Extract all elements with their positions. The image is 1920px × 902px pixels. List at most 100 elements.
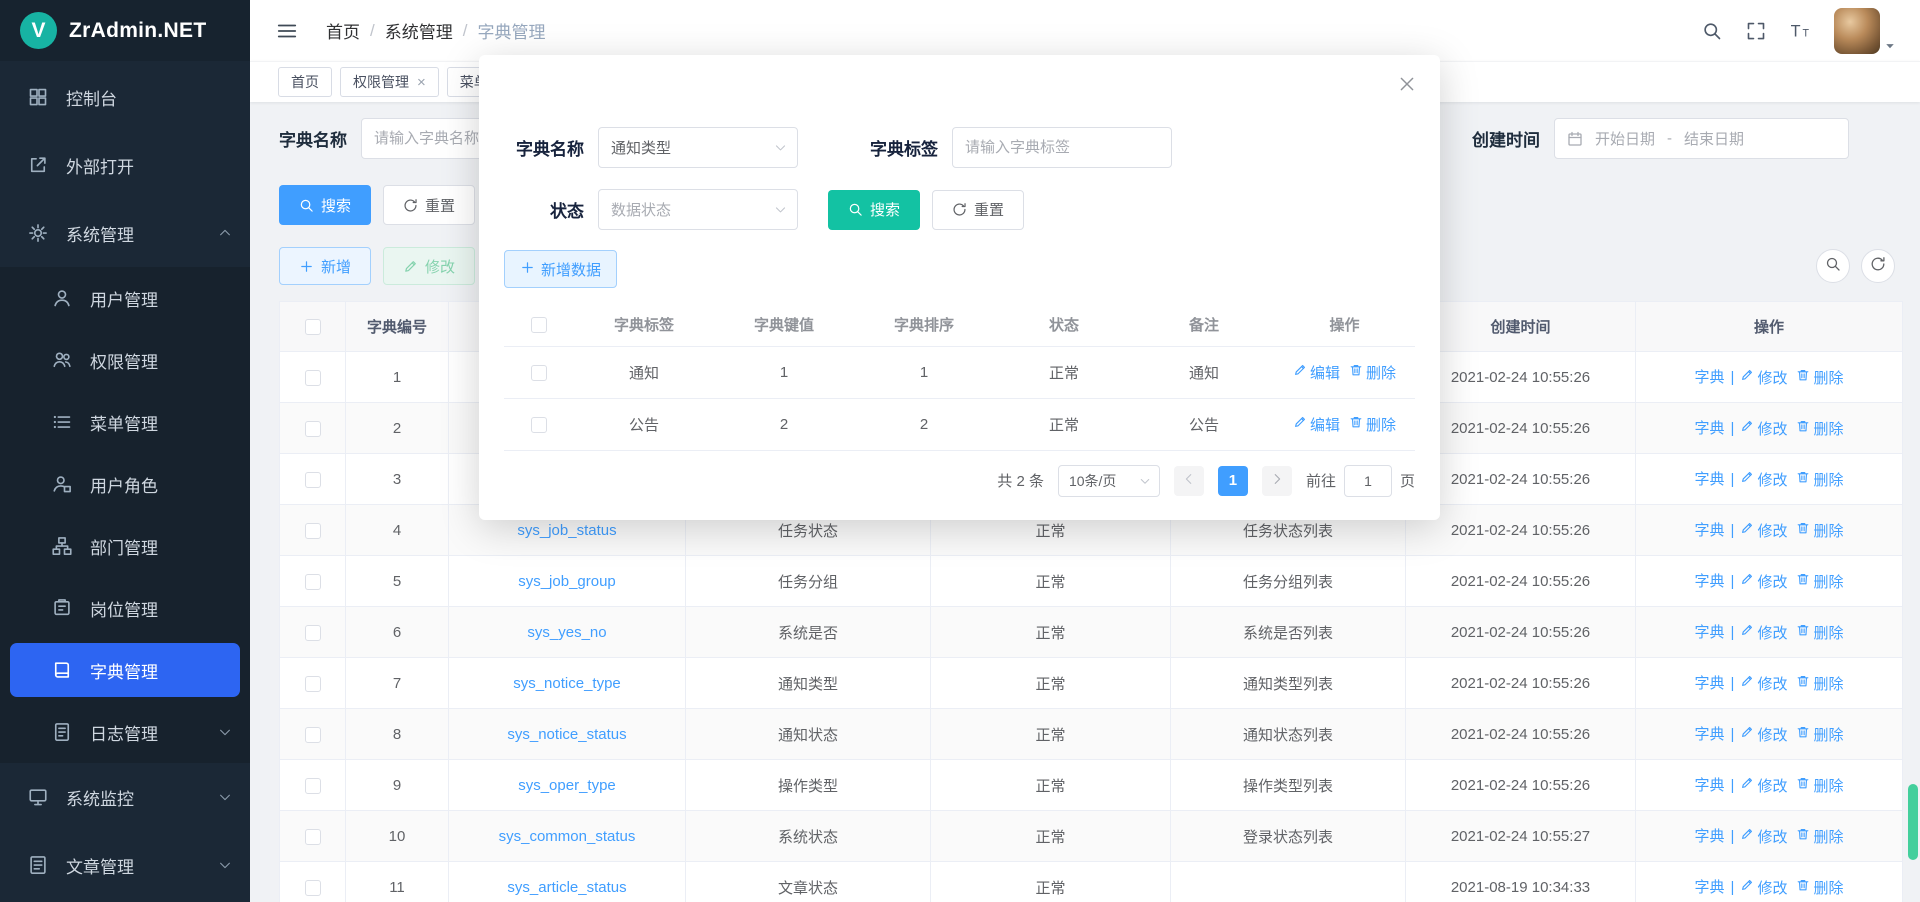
sidebar-item-控制台[interactable]: 控制台 xyxy=(0,63,250,131)
row-checkbox[interactable] xyxy=(305,370,321,386)
delete-link[interactable]: 删除 xyxy=(1796,724,1843,745)
dict-name-select[interactable]: 通知类型 xyxy=(598,127,798,168)
date-range-picker[interactable]: 开始日期 - 结束日期 xyxy=(1554,118,1849,159)
sidebar-item-菜单管理[interactable]: 菜单管理 xyxy=(0,391,250,453)
delete-link[interactable]: 删除 xyxy=(1796,367,1843,388)
dict-data-link[interactable]: 字典 xyxy=(1695,570,1725,591)
dict-data-link[interactable]: 字典 xyxy=(1695,825,1725,846)
row-checkbox[interactable] xyxy=(305,778,321,794)
dict-type-link[interactable]: sys_job_group xyxy=(518,573,616,590)
dict-data-link[interactable]: 字典 xyxy=(1695,774,1725,795)
delete-link[interactable]: 删除 xyxy=(1349,414,1396,435)
edit-link[interactable]: 修改 xyxy=(1740,571,1787,592)
page-size-select[interactable]: 10条/页 xyxy=(1058,465,1160,497)
delete-link[interactable]: 删除 xyxy=(1796,673,1843,694)
sidebar-item-权限管理[interactable]: 权限管理 xyxy=(0,329,250,391)
sidebar-item-日志管理[interactable]: 日志管理 xyxy=(0,701,250,763)
add-data-button[interactable]: 新增数据 xyxy=(504,250,617,288)
dialog-reset-button[interactable]: 重置 xyxy=(932,190,1024,230)
edit-link[interactable]: 编辑 xyxy=(1293,362,1340,383)
delete-link[interactable]: 删除 xyxy=(1796,418,1843,439)
row-checkbox[interactable] xyxy=(531,365,547,381)
scrollbar-track[interactable] xyxy=(1908,0,1918,902)
user-menu[interactable] xyxy=(1834,8,1896,54)
dict-type-link[interactable]: sys_article_status xyxy=(507,879,626,896)
dict-type-link[interactable]: sys_notice_type xyxy=(513,675,621,692)
edit-link[interactable]: 修改 xyxy=(1740,367,1787,388)
show-search-button[interactable] xyxy=(1816,249,1850,283)
prev-page-button[interactable] xyxy=(1174,466,1204,496)
dict-data-link[interactable]: 字典 xyxy=(1695,417,1725,438)
tab-权限管理[interactable]: 权限管理× xyxy=(340,67,439,97)
row-checkbox[interactable] xyxy=(531,417,547,433)
refresh-button[interactable] xyxy=(1861,249,1895,283)
font-size-icon[interactable]: TT xyxy=(1790,21,1810,41)
fullscreen-icon[interactable] xyxy=(1746,21,1766,41)
delete-link[interactable]: 删除 xyxy=(1796,469,1843,490)
delete-link[interactable]: 删除 xyxy=(1796,622,1843,643)
reset-button[interactable]: 重置 xyxy=(383,185,475,225)
delete-link[interactable]: 删除 xyxy=(1796,520,1843,541)
edit-link[interactable]: 修改 xyxy=(1740,622,1787,643)
row-checkbox[interactable] xyxy=(305,472,321,488)
sidebar-item-用户管理[interactable]: 用户管理 xyxy=(0,267,250,329)
row-checkbox[interactable] xyxy=(305,421,321,437)
edit-link[interactable]: 编辑 xyxy=(1293,414,1340,435)
edit-link[interactable]: 修改 xyxy=(1740,469,1787,490)
row-checkbox[interactable] xyxy=(305,574,321,590)
dict-data-link[interactable]: 字典 xyxy=(1695,876,1725,897)
delete-link[interactable]: 删除 xyxy=(1349,362,1396,383)
dict-data-link[interactable]: 字典 xyxy=(1695,723,1725,744)
dialog-search-button[interactable]: 搜索 xyxy=(828,190,920,230)
row-checkbox[interactable] xyxy=(305,523,321,539)
next-page-button[interactable] xyxy=(1262,466,1292,496)
tab-首页[interactable]: 首页 xyxy=(278,67,332,97)
dict-type-link[interactable]: sys_oper_type xyxy=(518,777,616,794)
close-icon[interactable]: × xyxy=(417,75,426,90)
search-button[interactable]: 搜索 xyxy=(279,185,371,225)
sidebar-item-系统监控[interactable]: 系统监控 xyxy=(0,763,250,831)
row-checkbox[interactable] xyxy=(305,727,321,743)
dict-data-link[interactable]: 字典 xyxy=(1695,366,1725,387)
sidebar-item-系统管理[interactable]: 系统管理 xyxy=(0,199,250,267)
dict-type-link[interactable]: sys_common_status xyxy=(499,828,636,845)
add-button[interactable]: 新增 xyxy=(279,247,371,285)
edit-button[interactable]: 修改 xyxy=(383,247,475,285)
current-page-button[interactable]: 1 xyxy=(1218,466,1248,496)
sidebar-item-部门管理[interactable]: 部门管理 xyxy=(0,515,250,577)
dict-data-link[interactable]: 字典 xyxy=(1695,621,1725,642)
goto-page-input[interactable] xyxy=(1344,465,1392,497)
avatar[interactable] xyxy=(1834,8,1880,54)
row-checkbox[interactable] xyxy=(305,880,321,896)
dict-data-link[interactable]: 字典 xyxy=(1695,519,1725,540)
edit-link[interactable]: 修改 xyxy=(1740,826,1787,847)
dict-type-link[interactable]: sys_job_status xyxy=(517,522,616,539)
breadcrumb-item[interactable]: 首页 xyxy=(326,18,360,43)
sidebar-item-外部打开[interactable]: 外部打开 xyxy=(0,131,250,199)
dict-type-link[interactable]: sys_yes_no xyxy=(527,624,606,641)
select-all-checkbox[interactable] xyxy=(305,319,321,335)
row-checkbox[interactable] xyxy=(305,625,321,641)
search-icon[interactable] xyxy=(1702,21,1722,41)
delete-link[interactable]: 删除 xyxy=(1796,877,1843,898)
status-select[interactable]: 数据状态 xyxy=(598,189,798,230)
dict-data-link[interactable]: 字典 xyxy=(1695,672,1725,693)
select-all-checkbox[interactable] xyxy=(531,317,547,333)
sidebar-item-文章管理[interactable]: 文章管理 xyxy=(0,831,250,899)
hamburger-menu-icon[interactable] xyxy=(276,20,298,42)
edit-link[interactable]: 修改 xyxy=(1740,775,1787,796)
dict-label-input[interactable] xyxy=(952,127,1172,168)
scrollbar-thumb[interactable] xyxy=(1908,784,1918,860)
row-checkbox[interactable] xyxy=(305,676,321,692)
delete-link[interactable]: 删除 xyxy=(1796,571,1843,592)
edit-link[interactable]: 修改 xyxy=(1740,724,1787,745)
row-checkbox[interactable] xyxy=(305,829,321,845)
edit-link[interactable]: 修改 xyxy=(1740,520,1787,541)
breadcrumb-item[interactable]: 系统管理 xyxy=(385,18,453,43)
sidebar-item-岗位管理[interactable]: 岗位管理 xyxy=(0,577,250,639)
close-icon[interactable] xyxy=(1398,75,1416,93)
edit-link[interactable]: 修改 xyxy=(1740,673,1787,694)
edit-link[interactable]: 修改 xyxy=(1740,877,1787,898)
dict-type-link[interactable]: sys_notice_status xyxy=(507,726,626,743)
sidebar-item-字典管理[interactable]: 字典管理 xyxy=(10,643,240,697)
